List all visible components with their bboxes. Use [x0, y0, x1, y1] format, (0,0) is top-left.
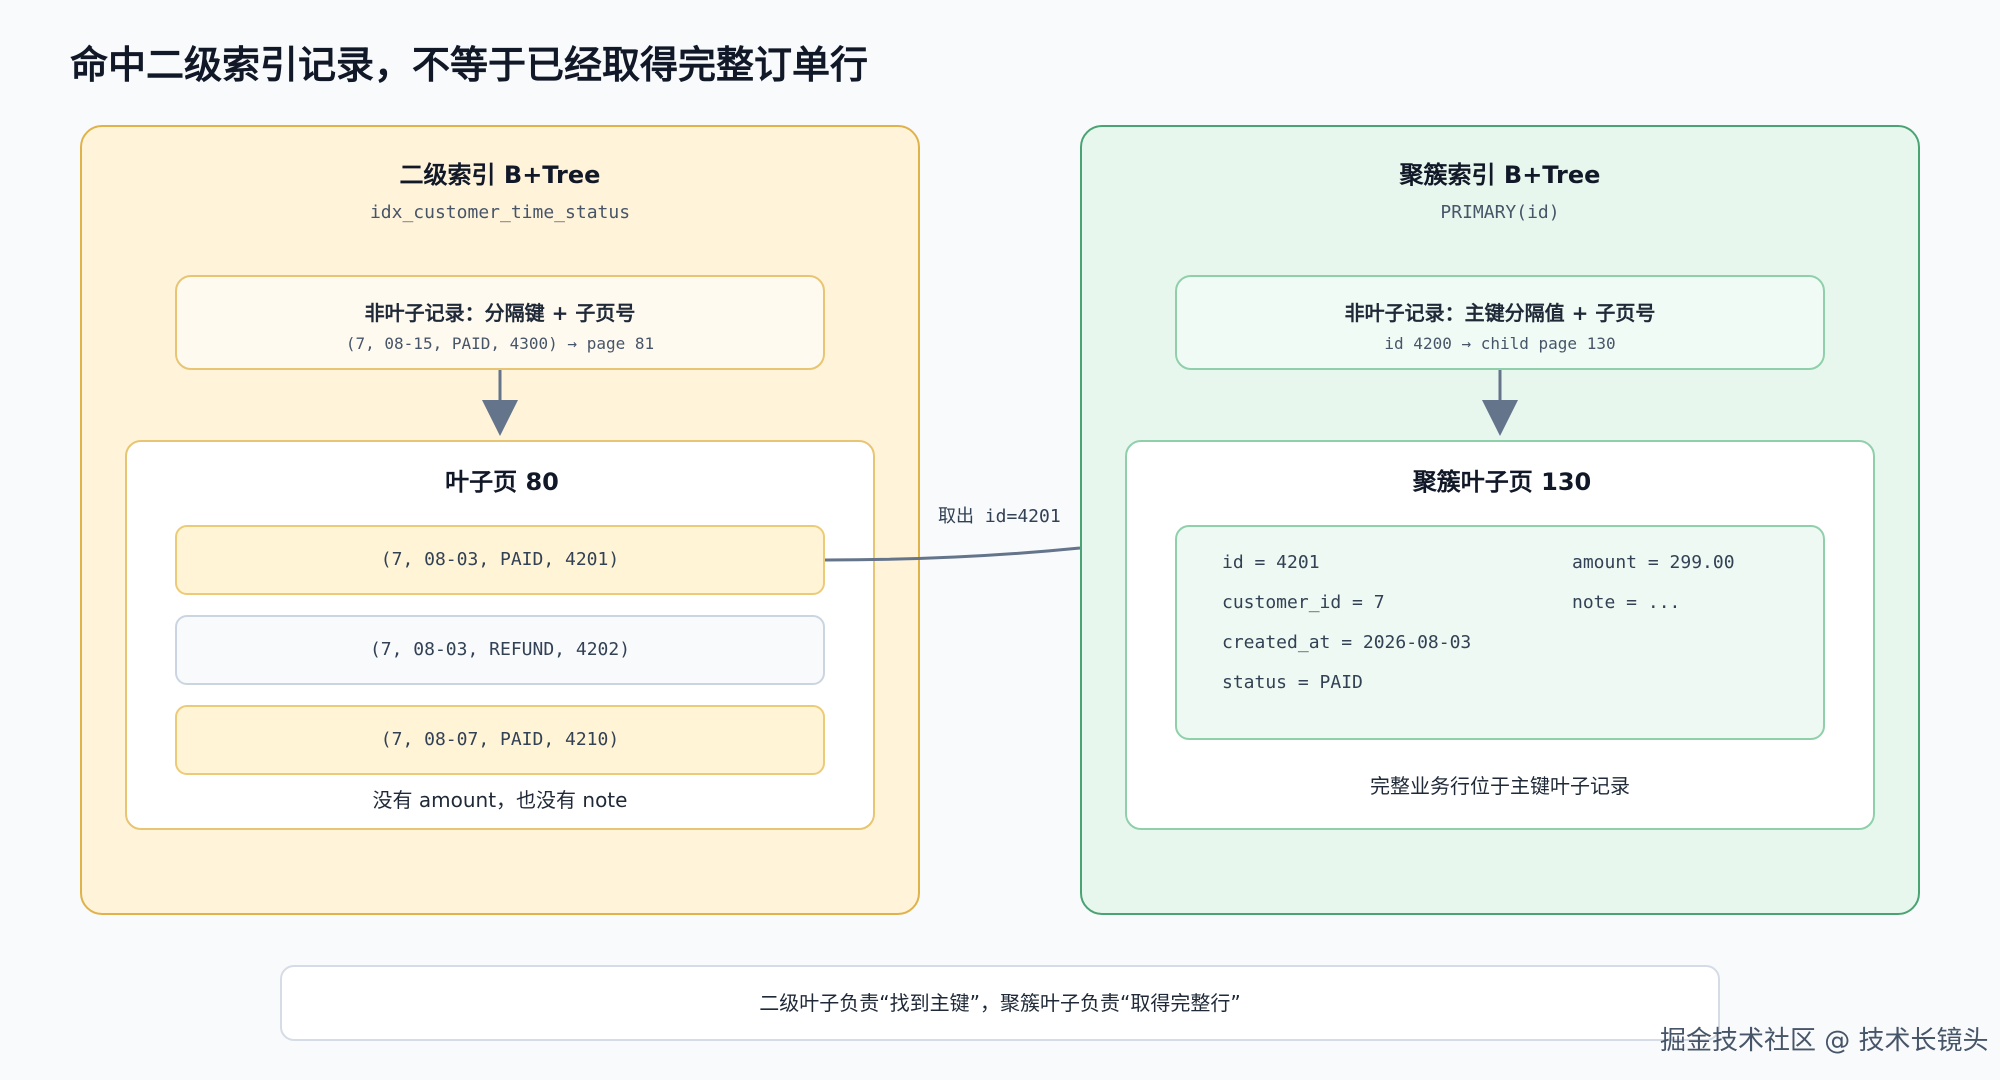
lookup-label: 取出 id=4201 [938, 506, 1061, 527]
secondary-down-arrow-head [482, 400, 518, 436]
watermark: 掘金技术社区 @ 技术长镜头 [1660, 1026, 1989, 1056]
clustered-down-arrow-head [1482, 400, 1518, 436]
connectors [482, 370, 1518, 562]
summary-footer: 二级叶子负责“找到主键”，聚簇叶子负责“取得完整行” [280, 965, 1720, 1041]
lookup-connector [824, 546, 1081, 562]
